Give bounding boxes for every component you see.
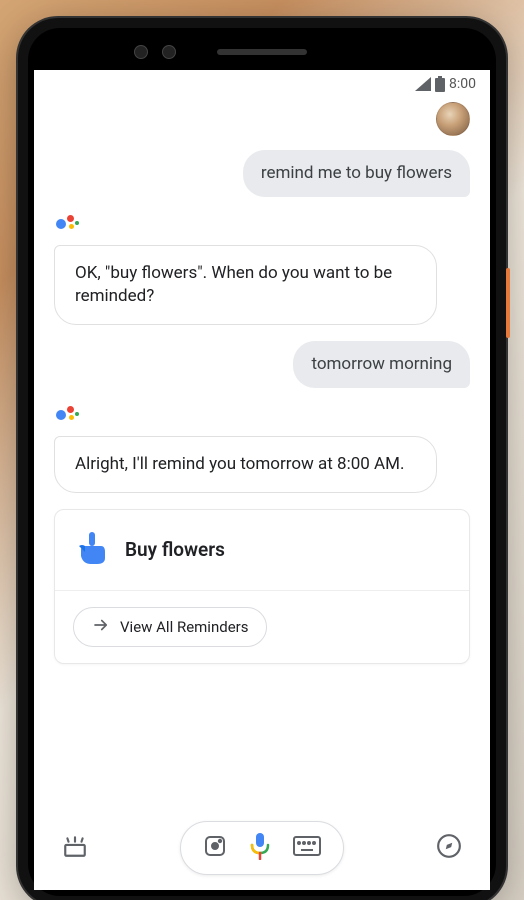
phone-frame: 8:00 remind me to buy flowers OK, "buy f… <box>18 18 506 900</box>
reminder-title: Buy flowers <box>125 538 225 561</box>
assistant-message: Alright, I'll remind you tomorrow at 8:0… <box>54 404 470 493</box>
bottom-bar <box>34 816 490 890</box>
user-message: tomorrow morning <box>54 341 470 388</box>
assistant-logo-icon <box>56 404 78 424</box>
assistant-bubble: Alright, I'll remind you tomorrow at 8:0… <box>54 436 437 493</box>
updates-icon[interactable] <box>62 833 88 863</box>
phone-speaker-row <box>34 34 490 70</box>
user-message: remind me to buy flowers <box>54 150 470 197</box>
status-bar: 8:00 <box>34 70 490 98</box>
explore-icon[interactable] <box>436 833 462 863</box>
user-bubble: remind me to buy flowers <box>243 150 470 197</box>
view-all-label: View All Reminders <box>120 618 248 636</box>
power-button <box>506 268 510 338</box>
battery-icon <box>435 76 445 92</box>
arrow-right-icon <box>92 616 110 638</box>
assistant-message: OK, "buy flowers". When do you want to b… <box>54 213 470 325</box>
signal-icon <box>415 77 431 91</box>
assistant-logo-icon <box>56 213 78 233</box>
keyboard-icon[interactable] <box>293 836 321 860</box>
assistant-bubble: OK, "buy flowers". When do you want to b… <box>54 245 437 325</box>
status-time: 8:00 <box>449 76 476 92</box>
user-avatar[interactable] <box>436 102 470 136</box>
mic-icon[interactable] <box>249 832 271 864</box>
view-all-reminders-chip[interactable]: View All Reminders <box>73 607 267 647</box>
user-bubble: tomorrow morning <box>293 341 470 388</box>
lens-icon[interactable] <box>203 834 227 862</box>
conversation-area: remind me to buy flowers OK, "buy flower… <box>34 98 490 816</box>
reminder-row[interactable]: Buy flowers <box>55 510 469 590</box>
input-pill <box>180 821 344 875</box>
reminder-finger-icon <box>79 532 107 568</box>
reminder-card: Buy flowers View All Reminders <box>54 509 470 664</box>
screen: 8:00 remind me to buy flowers OK, "buy f… <box>34 70 490 890</box>
